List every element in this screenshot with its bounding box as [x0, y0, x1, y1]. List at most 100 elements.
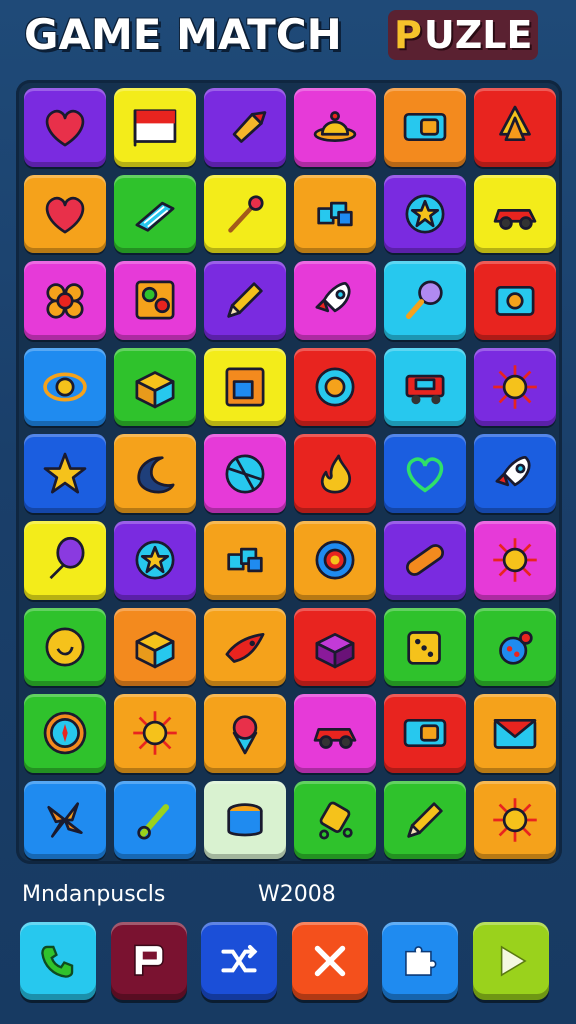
game-tile[interactable]: [474, 347, 556, 427]
game-tile[interactable]: [474, 434, 556, 513]
pencil-icon: [407, 802, 443, 838]
shuffle-icon: [221, 944, 258, 973]
game-tile[interactable]: [24, 261, 106, 340]
game-tile[interactable]: [114, 520, 196, 600]
cubes-icon: [227, 548, 263, 573]
orbit-icon: [43, 372, 87, 402]
game-tile[interactable]: [114, 780, 196, 860]
puzzle-icon: [135, 281, 175, 320]
game-tile[interactable]: [24, 780, 106, 860]
game-tile[interactable]: [204, 261, 286, 340]
truck-icon: [405, 374, 445, 405]
game-tile[interactable]: [474, 520, 556, 600]
game-tile[interactable]: [384, 347, 466, 427]
dice-icon: [407, 631, 441, 665]
play-icon: [500, 945, 527, 977]
game-tile[interactable]: [294, 520, 376, 600]
shuffle-button[interactable]: [201, 922, 277, 1000]
compass-icon: [43, 712, 87, 755]
puzzle-button[interactable]: [382, 922, 458, 1000]
game-tile[interactable]: [24, 347, 106, 427]
sun-icon: [493, 798, 537, 842]
book-icon: [135, 201, 175, 232]
picture-icon: [225, 367, 265, 407]
game-tile[interactable]: [384, 607, 466, 687]
tree-icon: [499, 106, 531, 142]
tile-grid: [20, 84, 560, 864]
game-tile[interactable]: [474, 88, 556, 167]
ring-icon: [315, 367, 355, 407]
ticket-icon: [403, 719, 447, 748]
game-tile[interactable]: [384, 520, 466, 600]
game-tile[interactable]: [204, 607, 286, 687]
flower-icon: [46, 283, 84, 320]
magnifier-icon: [405, 281, 443, 320]
rocket-icon: [315, 282, 351, 313]
game-tile[interactable]: [474, 261, 556, 340]
game-tile[interactable]: [474, 174, 556, 254]
pinwheel-icon: [47, 802, 83, 838]
game-title-badge: P UZLE: [388, 10, 539, 60]
game-tile[interactable]: [204, 347, 286, 427]
game-tile[interactable]: [204, 174, 286, 254]
game-tile[interactable]: [294, 261, 376, 340]
game-tile[interactable]: [384, 88, 466, 167]
page-button[interactable]: [110, 922, 187, 1000]
game-tile[interactable]: [474, 694, 556, 773]
footer-code: W2008: [258, 882, 336, 907]
game-tile[interactable]: [384, 261, 466, 340]
game-tile[interactable]: [114, 261, 196, 340]
close-icon: [314, 945, 345, 977]
coin-icon: [45, 627, 85, 667]
game-tile[interactable]: [204, 434, 286, 513]
game-tile[interactable]: [294, 607, 376, 687]
ball-icon: [225, 454, 265, 494]
game-tile[interactable]: [24, 607, 106, 687]
control-bar: [20, 922, 560, 1008]
game-tile[interactable]: [204, 88, 286, 167]
ladybug-icon: [499, 631, 533, 665]
game-tile[interactable]: [114, 174, 196, 254]
game-tile[interactable]: [384, 694, 466, 773]
game-tile[interactable]: [204, 520, 286, 600]
game-tile[interactable]: [294, 347, 376, 427]
bandage-icon: [405, 544, 445, 577]
game-tile[interactable]: [294, 694, 376, 773]
game-tile[interactable]: [384, 780, 466, 860]
box-icon: [135, 371, 175, 409]
close-button[interactable]: [291, 922, 368, 1000]
game-tile[interactable]: [24, 434, 106, 513]
sun-icon: [493, 538, 537, 583]
game-tile[interactable]: [294, 780, 376, 860]
game-board: [16, 80, 562, 864]
game-tile[interactable]: [114, 694, 196, 773]
game-tile[interactable]: [24, 694, 106, 773]
game-tile[interactable]: [204, 694, 286, 773]
game-tile[interactable]: [114, 434, 196, 513]
key-icon: [137, 804, 170, 840]
game-tile[interactable]: [474, 780, 556, 860]
gear-icon: [315, 540, 355, 580]
game-tile[interactable]: [294, 174, 376, 254]
play-button[interactable]: [472, 922, 549, 1000]
game-tile[interactable]: [294, 434, 376, 513]
game-tile[interactable]: [294, 88, 376, 167]
heart-icon: [45, 110, 85, 147]
game-tile[interactable]: [474, 607, 556, 687]
game-tile[interactable]: [114, 88, 196, 167]
game-tile[interactable]: [24, 520, 106, 600]
game-tile[interactable]: [204, 780, 286, 860]
gift-box-icon: [315, 632, 355, 669]
game-tile[interactable]: [24, 174, 106, 254]
box-icon: [135, 631, 175, 669]
game-tile[interactable]: [114, 347, 196, 427]
fish-icon: [225, 632, 265, 663]
page-icon: [133, 944, 164, 976]
lantern-icon: [319, 801, 353, 840]
phone-button[interactable]: [20, 922, 96, 1000]
game-tile[interactable]: [384, 434, 466, 513]
game-tile[interactable]: [384, 174, 466, 254]
pencil-icon: [227, 282, 263, 319]
game-tile[interactable]: [24, 88, 106, 167]
game-tile[interactable]: [114, 607, 196, 687]
